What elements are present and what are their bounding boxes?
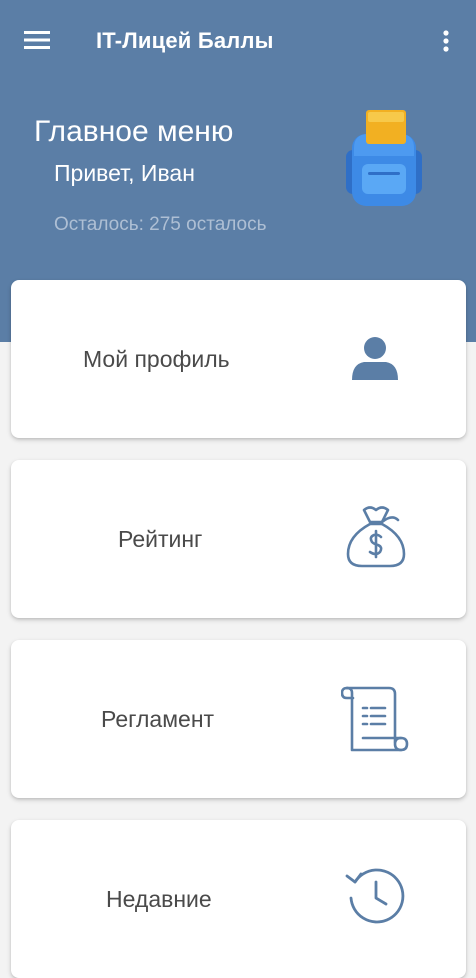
more-vertical-icon[interactable] (436, 28, 456, 56)
app-title: IT-Лицей Баллы (96, 28, 274, 53)
page-title: Главное меню (34, 115, 234, 148)
menu-card-label: Недавние (106, 886, 212, 912)
menu-card-label: Мой профиль (83, 346, 230, 372)
money-bag-icon (344, 504, 408, 575)
menu-card-label: Регламент (101, 706, 215, 732)
scroll-document-icon (340, 684, 411, 759)
backpack-icon (344, 104, 424, 214)
greeting-text: Привет, Иван (54, 160, 195, 186)
remaining-points-text: Осталось: 275 осталось (54, 214, 267, 235)
menu-card-label: Рейтинг (118, 526, 203, 552)
app-bar: IT-Лицей Баллы (0, 0, 476, 84)
menu-card-recent[interactable]: Недавние (11, 820, 466, 978)
menu-card-regulations[interactable]: Регламент (11, 640, 466, 798)
menu-card-profile[interactable]: Мой профиль (11, 280, 466, 438)
person-icon (350, 334, 400, 389)
menu-card-rating[interactable]: Рейтинг (11, 460, 466, 618)
hamburger-menu-icon[interactable] (24, 30, 50, 50)
